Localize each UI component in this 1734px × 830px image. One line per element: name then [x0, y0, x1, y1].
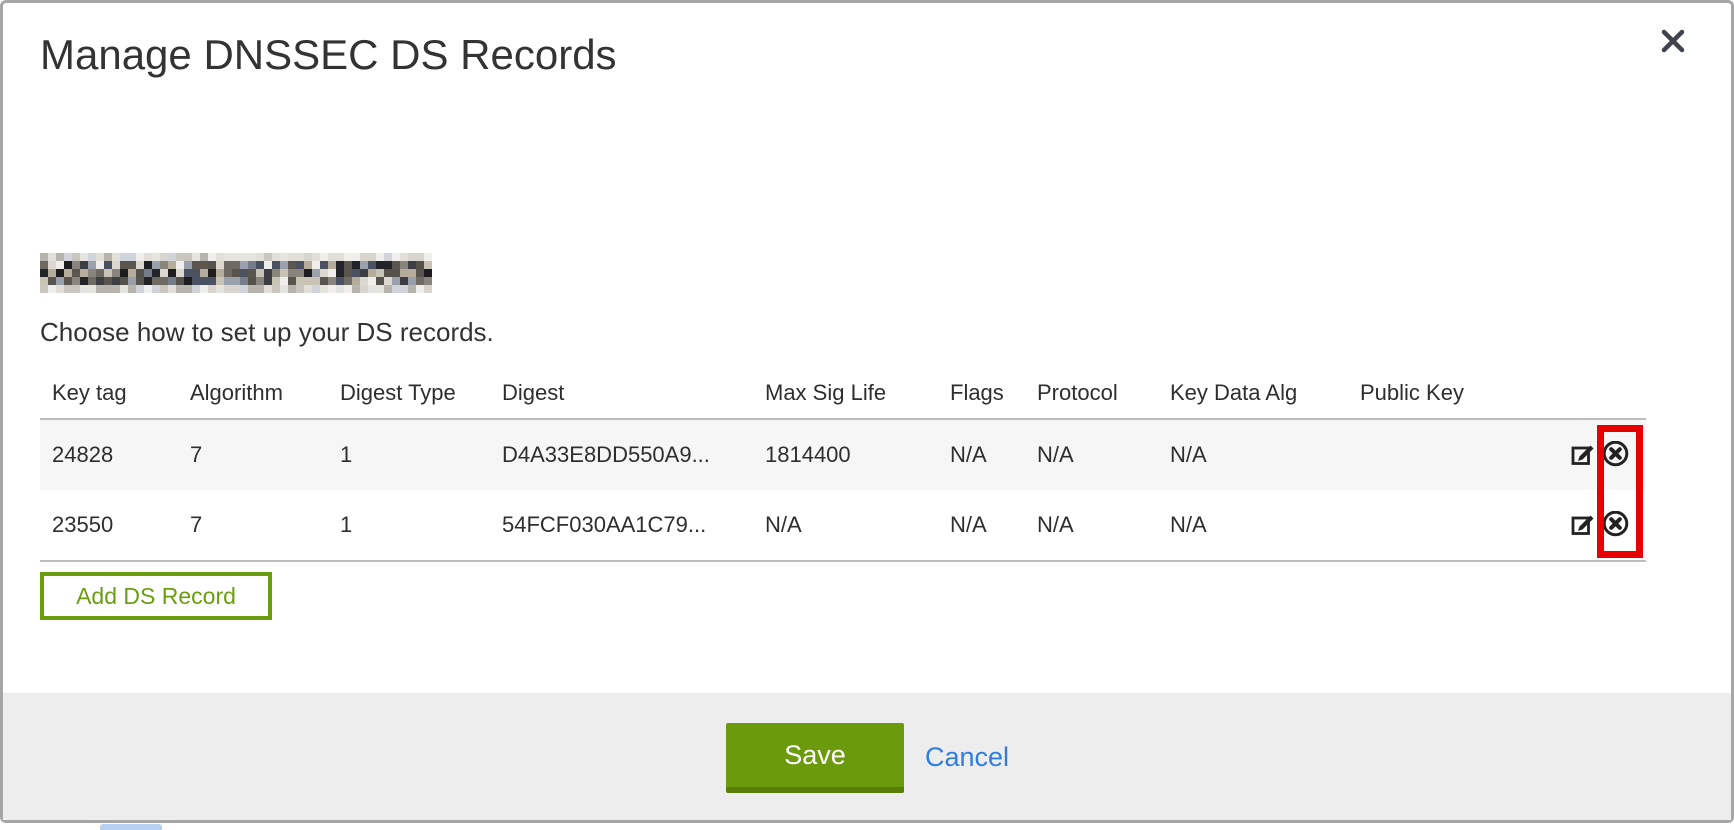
edit-icon — [1570, 511, 1597, 540]
row-actions — [1548, 511, 1646, 540]
cell-flags: N/A — [938, 442, 1025, 468]
col-header-key-data-alg: Key Data Alg — [1158, 378, 1348, 406]
table-header-row: Key tag Algorithm Digest Type Digest Max… — [40, 365, 1646, 418]
col-header-algorithm: Algorithm — [178, 378, 328, 406]
table-row: 23550 7 1 54FCF030AA1C79... N/A N/A N/A … — [40, 490, 1646, 560]
cell-max-sig-life: 1814400 — [753, 442, 938, 468]
cell-digest-type: 1 — [328, 512, 490, 538]
row-actions — [1548, 441, 1646, 470]
col-header-flags: Flags — [938, 378, 1025, 406]
edit-record-button[interactable] — [1569, 441, 1598, 470]
col-header-digest: Digest — [490, 378, 753, 406]
close-icon — [1657, 25, 1689, 62]
cell-key-data-alg: N/A — [1158, 442, 1348, 468]
cancel-link[interactable]: Cancel — [925, 723, 1009, 793]
manage-dnssec-dialog: Manage DNSSEC DS Records Choose how to s… — [0, 0, 1734, 823]
delete-circle-x-icon — [1601, 511, 1630, 540]
delete-circle-x-icon — [1601, 441, 1630, 470]
add-ds-record-button[interactable]: Add DS Record — [40, 572, 272, 620]
col-header-protocol: Protocol — [1025, 378, 1158, 406]
ds-records-table: Key tag Algorithm Digest Type Digest Max… — [40, 365, 1646, 562]
cell-protocol: N/A — [1025, 512, 1158, 538]
cell-max-sig-life: N/A — [753, 512, 938, 538]
edit-record-button[interactable] — [1569, 511, 1598, 540]
cell-key-data-alg: N/A — [1158, 512, 1348, 538]
cell-key-tag: 23550 — [40, 512, 178, 538]
close-button[interactable] — [1655, 25, 1691, 61]
background-artifact — [100, 824, 162, 830]
dialog-title: Manage DNSSEC DS Records — [40, 31, 617, 79]
delete-record-button[interactable] — [1601, 441, 1630, 470]
instruction-text: Choose how to set up your DS records. — [40, 317, 494, 348]
cell-flags: N/A — [938, 512, 1025, 538]
save-button[interactable]: Save — [726, 723, 904, 793]
cell-digest: 54FCF030AA1C79... — [490, 512, 753, 538]
cell-digest-type: 1 — [328, 442, 490, 468]
page: Manage DNSSEC DS Records Choose how to s… — [0, 0, 1734, 830]
redacted-domain — [40, 253, 432, 293]
table-row: 24828 7 1 D4A33E8DD550A9... 1814400 N/A … — [40, 420, 1646, 490]
col-header-digest-type: Digest Type — [328, 378, 490, 406]
cell-algorithm: 7 — [178, 512, 328, 538]
cell-key-tag: 24828 — [40, 442, 178, 468]
cell-protocol: N/A — [1025, 442, 1158, 468]
table-body: 24828 7 1 D4A33E8DD550A9... 1814400 N/A … — [40, 418, 1646, 562]
col-header-max-sig-life: Max Sig Life — [753, 378, 938, 406]
cell-digest: D4A33E8DD550A9... — [490, 442, 753, 468]
edit-icon — [1570, 441, 1597, 470]
delete-record-button[interactable] — [1601, 511, 1630, 540]
col-header-actions — [1548, 391, 1646, 393]
col-header-public-key: Public Key — [1348, 378, 1548, 406]
col-header-key-tag: Key tag — [40, 378, 178, 406]
cell-algorithm: 7 — [178, 442, 328, 468]
dialog-footer: Save Cancel — [3, 693, 1731, 820]
